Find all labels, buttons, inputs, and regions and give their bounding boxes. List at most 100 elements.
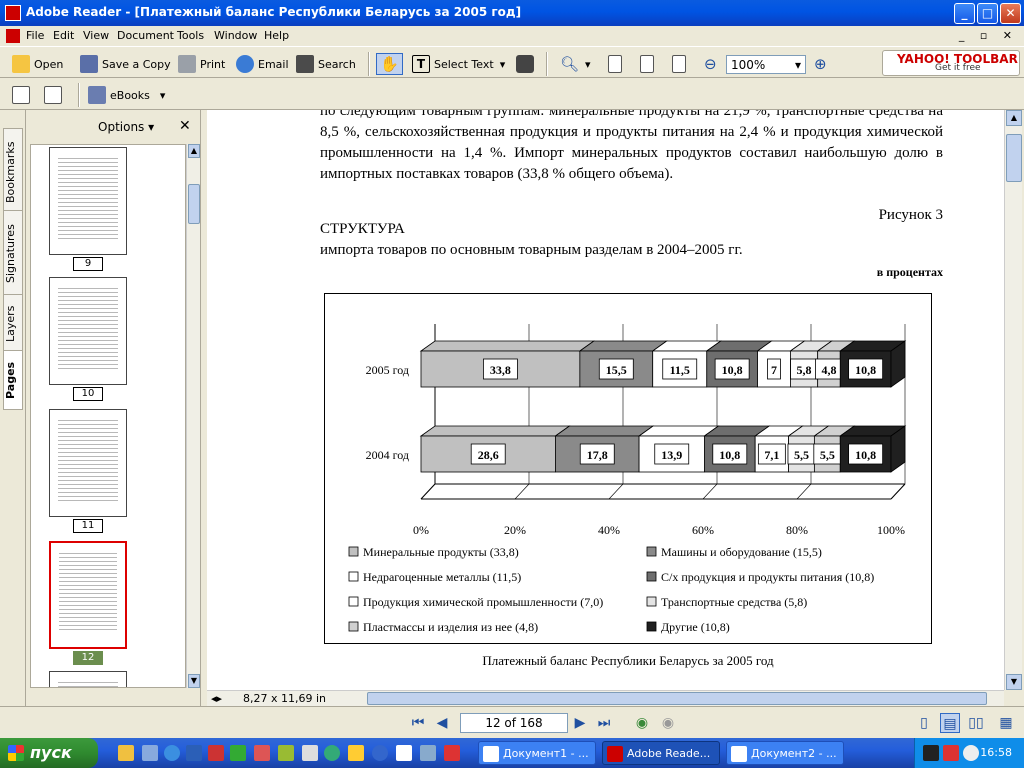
pane-splitter[interactable] (200, 110, 207, 706)
fit-width-button[interactable] (672, 53, 690, 75)
first-page-icon[interactable]: ⏮ (408, 713, 428, 733)
open-button[interactable]: Open (12, 53, 63, 75)
previous-page-icon[interactable]: ◀ (432, 713, 452, 733)
page-thumbnail-selected[interactable] (49, 541, 127, 649)
chevron-down-icon[interactable]: ▾ (500, 58, 506, 71)
scroll-down-icon[interactable]: ▼ (188, 674, 200, 688)
zoom-field[interactable]: 100% ▾ (726, 55, 806, 74)
page-navigation-bar: ⏮ ◀ 12 of 168 ▶ ⏭ ◉ ◉ ▯ ▤ ▯▯ ▦ (0, 706, 1024, 738)
horizontal-scroll-thumb[interactable] (367, 692, 987, 705)
next-page-icon[interactable]: ▶ (570, 713, 590, 733)
menu-window[interactable]: Window (214, 29, 257, 42)
tab-pages[interactable]: Pages (3, 350, 23, 410)
legend-swatch (348, 621, 359, 632)
camera-icon (516, 55, 534, 73)
close-pane-icon[interactable]: ✕ (179, 118, 191, 134)
start-button[interactable]: пуск (0, 738, 98, 768)
pages-button[interactable] (44, 84, 66, 106)
menu-view[interactable]: View (83, 29, 109, 42)
document-vertical-scrollbar[interactable]: ▲ ▼ (1004, 110, 1022, 690)
tray-app-icon[interactable] (943, 745, 959, 761)
chevron-down-icon[interactable]: ▾ (795, 58, 801, 72)
thumbnails-scrollbar[interactable]: ▲ ▼ (186, 144, 200, 688)
single-page-layout-icon[interactable]: ▯ (914, 713, 934, 733)
options-menu[interactable]: Options ▾ (98, 120, 154, 134)
menu-help[interactable]: Help (264, 29, 289, 42)
quicklaunch-excel-icon[interactable] (230, 745, 246, 761)
snapshot-button[interactable] (516, 53, 538, 75)
go-back-icon[interactable]: ◉ (632, 713, 652, 733)
page-thumbnail[interactable] (49, 671, 127, 687)
ebooks-button[interactable]: eBooks ▾ (88, 84, 165, 106)
taskbar-item-adobe-reader[interactable]: Adobe Reade... (602, 741, 720, 765)
quicklaunch-app-icon[interactable] (396, 745, 412, 761)
legend-label: Машины и оборудование (15,5) (661, 545, 822, 559)
quicklaunch-app-icon[interactable] (302, 745, 318, 761)
tab-signatures[interactable]: Signatures (3, 210, 23, 298)
tray-app-icon[interactable] (923, 745, 939, 761)
email-button[interactable]: Email (236, 53, 289, 75)
hidden-panel-arrows-icon[interactable]: ◂▸ (211, 692, 222, 705)
quicklaunch-app-icon[interactable] (278, 745, 294, 761)
last-page-icon[interactable]: ⏭ (594, 713, 614, 733)
figure-subheading: импорта товаров по основным товарным раз… (320, 242, 743, 258)
go-forward-icon[interactable]: ◉ (658, 713, 678, 733)
continuous-facing-layout-icon[interactable]: ▦ (996, 713, 1016, 733)
print-button[interactable]: Print (178, 53, 225, 75)
scroll-up-icon[interactable]: ▲ (188, 144, 200, 158)
yahoo-toolbar-button[interactable]: YAHOO! TOOLBAR Get it free (882, 50, 1020, 76)
document-view[interactable]: по следующим товарным группам: минеральн… (207, 110, 1004, 690)
minimize-button[interactable]: _ (954, 3, 975, 24)
close-button[interactable]: ✕ (1000, 3, 1021, 24)
search-button[interactable]: Search (296, 53, 356, 75)
menu-edit[interactable]: Edit (53, 29, 74, 42)
document-horizontal-scrollbar: ◂▸ 8,27 x 11,69 in (207, 690, 1004, 706)
scroll-down-icon[interactable]: ▼ (1006, 674, 1022, 690)
quicklaunch-app-icon[interactable] (348, 745, 364, 761)
scroll-thumb[interactable] (188, 184, 200, 224)
quicklaunch-ie-icon[interactable] (164, 745, 180, 761)
quicklaunch-app-icon[interactable] (420, 745, 436, 761)
y-category-label: 2005 год (366, 363, 409, 377)
select-text-button[interactable]: T Select Text ▾ (412, 53, 505, 75)
facing-layout-icon[interactable]: ▯▯ (966, 713, 986, 733)
save-copy-button[interactable]: Save a Copy (80, 53, 171, 75)
document-window-controls[interactable]: _ ▫ ✕ (959, 29, 1018, 42)
chevron-down-icon[interactable]: ▾ (585, 58, 591, 71)
zoom-in-button[interactable]: ⊕ (814, 53, 827, 75)
page-thumbnail[interactable] (49, 147, 127, 255)
hand-tool-button[interactable]: ✋ (376, 53, 403, 75)
quicklaunch-folder-icon[interactable] (118, 745, 134, 761)
continuous-layout-icon[interactable]: ▤ (940, 713, 960, 733)
quicklaunch-word-icon[interactable] (186, 745, 202, 761)
scroll-thumb[interactable] (1006, 134, 1022, 182)
taskbar-item-document1[interactable]: Документ1 - ... (478, 741, 596, 765)
page-number-field[interactable]: 12 of 168 (460, 713, 568, 733)
actual-size-button[interactable] (608, 53, 626, 75)
tab-bookmarks[interactable]: Bookmarks (3, 128, 23, 216)
zoom-in-tool-button[interactable]: 🔍︎ ▾ (560, 53, 591, 75)
rotate-button[interactable] (12, 84, 34, 106)
chevron-down-icon[interactable]: ▾ (160, 89, 166, 102)
data-label: 15,5 (606, 363, 627, 377)
menu-file[interactable]: File (26, 29, 44, 42)
zoom-out-button[interactable]: ⊖ (704, 53, 717, 75)
quicklaunch-app-icon[interactable] (372, 745, 388, 761)
maximize-button[interactable]: □ (977, 3, 998, 24)
scroll-up-icon[interactable]: ▲ (1006, 110, 1022, 126)
fit-page-button[interactable] (640, 53, 658, 75)
tray-app-icon[interactable] (963, 745, 979, 761)
taskbar-item-document2[interactable]: Документ2 - ... (726, 741, 844, 765)
page-thumbnail[interactable] (49, 277, 127, 385)
menu-tools[interactable]: Tools (177, 29, 204, 42)
tab-layers[interactable]: Layers (3, 294, 23, 354)
word-doc-icon (731, 746, 747, 762)
quicklaunch-desktop-icon[interactable] (142, 745, 158, 761)
data-label: 5,5 (794, 448, 809, 462)
menu-document[interactable]: Document (117, 29, 174, 42)
quicklaunch-media-icon[interactable] (324, 745, 340, 761)
quicklaunch-app-icon[interactable] (254, 745, 270, 761)
page-thumbnail[interactable] (49, 409, 127, 517)
quicklaunch-app-icon[interactable] (444, 745, 460, 761)
quicklaunch-app-icon[interactable] (208, 745, 224, 761)
